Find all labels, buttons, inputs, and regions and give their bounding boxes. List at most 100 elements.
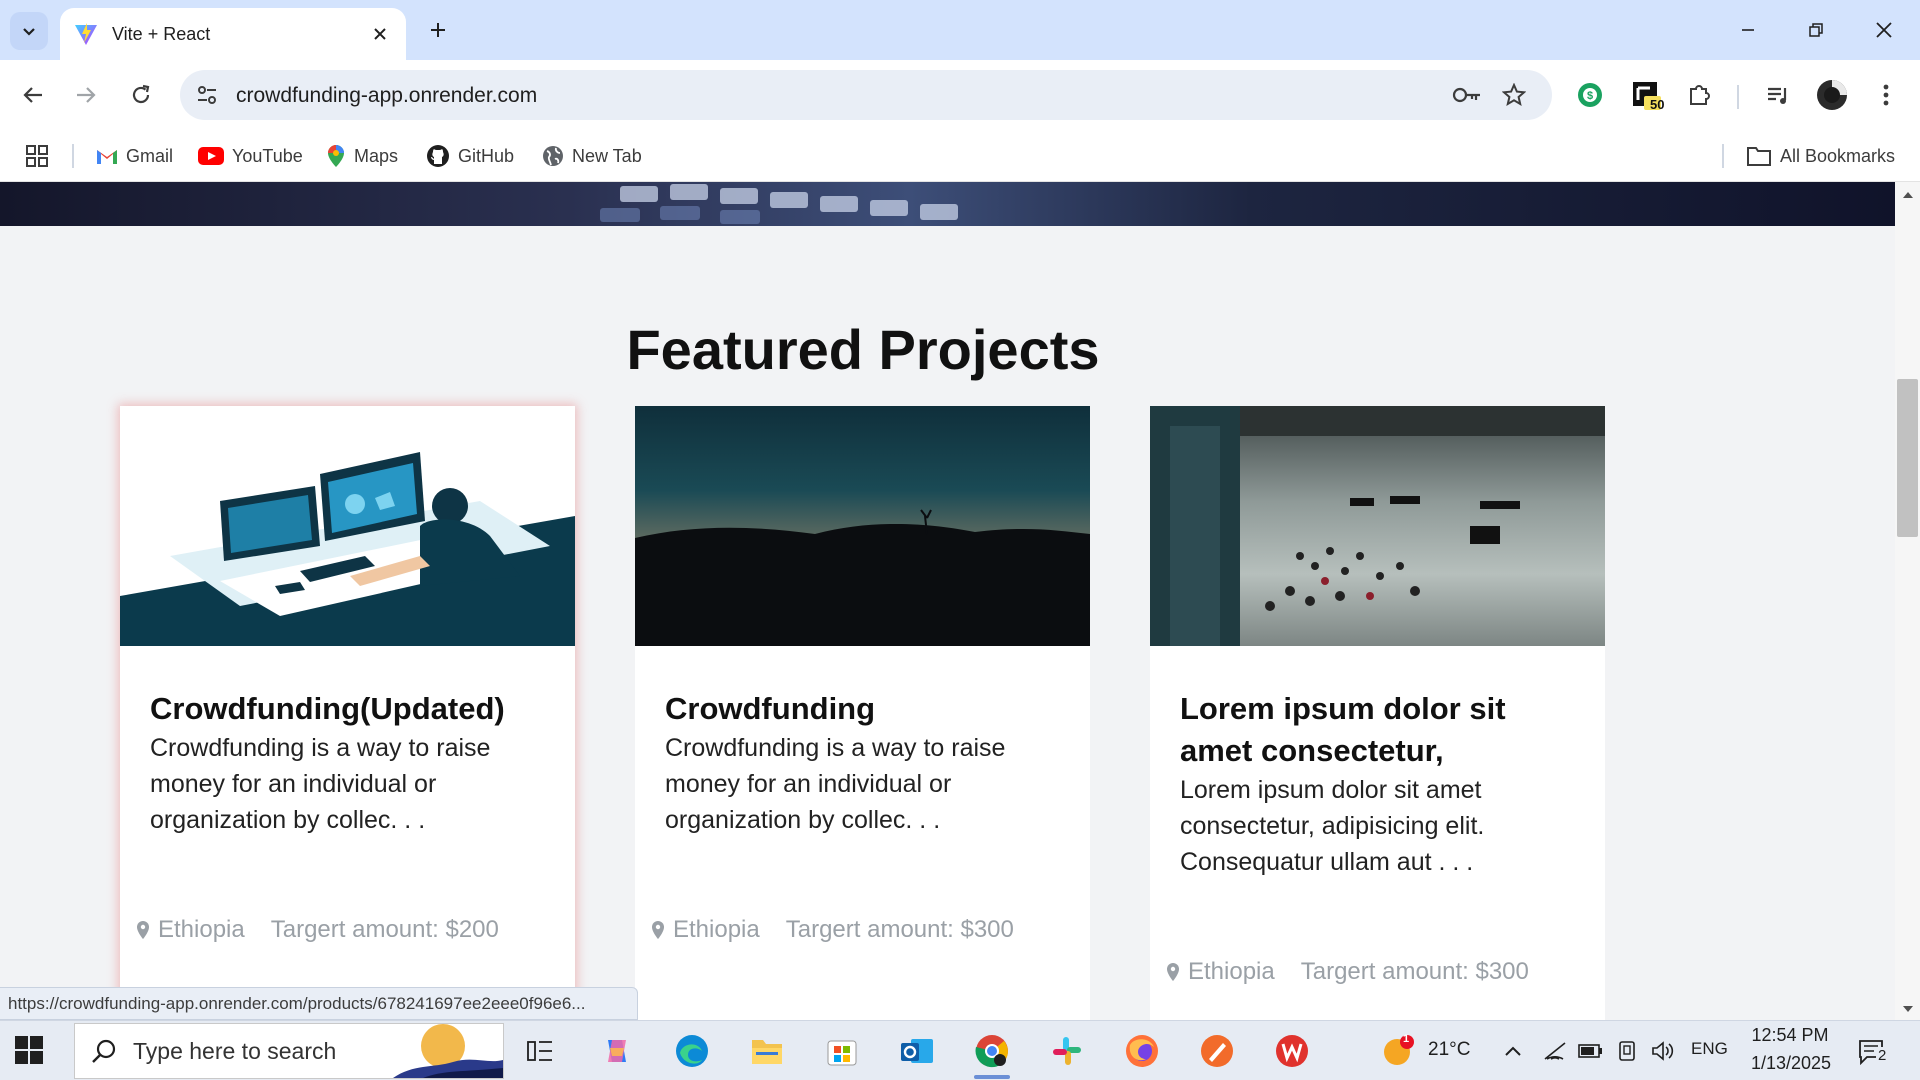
arrow-left-icon <box>23 87 42 103</box>
bookmark-new-tab[interactable]: New Tab <box>542 138 642 174</box>
bookmark-label: Gmail <box>126 145 174 166</box>
restore-button[interactable] <box>1792 10 1840 50</box>
extension-tracker-button[interactable]: 50 <box>1626 75 1666 115</box>
network-button[interactable] <box>1540 1029 1570 1073</box>
notification-count: 2 <box>1876 1047 1889 1064</box>
bookmark-github[interactable]: GitHub <box>426 138 514 174</box>
chrome-menu-button[interactable] <box>1866 75 1906 115</box>
volume-button[interactable] <box>1648 1029 1678 1073</box>
bookmark-label: YouTube <box>232 145 303 166</box>
edge-icon <box>676 1035 708 1067</box>
bookmark-label: New Tab <box>572 145 642 166</box>
project-target-amount: Targert amount: $300 <box>1300 958 1529 985</box>
input-language[interactable]: ENG <box>1691 1039 1728 1059</box>
firefox-button[interactable] <box>1120 1029 1164 1073</box>
location-pin-icon <box>136 920 150 940</box>
svg-text:$: $ <box>1587 90 1593 102</box>
profile-button[interactable] <box>1812 75 1852 115</box>
scrollbar-thumb[interactable] <box>1897 379 1918 537</box>
start-button[interactable] <box>14 1035 48 1069</box>
new-tab-button[interactable] <box>420 12 456 48</box>
youtube-icon <box>198 147 224 165</box>
device-button[interactable] <box>1612 1029 1642 1073</box>
web-page: Featured Projects Crowdfunding(Updated) … <box>0 182 1895 1020</box>
close-window-button[interactable] <box>1860 10 1908 50</box>
project-card[interactable]: Crowdfunding(Updated) Crowdfunding is a … <box>120 406 575 1020</box>
toolbar-divider <box>1737 85 1739 109</box>
edge-button[interactable] <box>670 1029 714 1073</box>
bookmark-youtube[interactable]: YouTube <box>198 138 303 174</box>
search-icon <box>91 1038 117 1064</box>
project-location: Ethiopia <box>1188 958 1275 985</box>
slack-icon <box>1053 1037 1081 1065</box>
project-title[interactable]: Lorem ipsum dolor sit amet consectetur, <box>1180 688 1580 772</box>
store-button[interactable] <box>820 1029 864 1073</box>
site-settings-icon[interactable] <box>196 84 218 111</box>
show-hidden-icons-button[interactable] <box>1498 1029 1528 1073</box>
github-icon <box>426 144 450 168</box>
project-title[interactable]: Crowdfunding <box>665 688 1065 730</box>
search-placeholder: Type here to search <box>133 1037 337 1064</box>
task-view-button[interactable] <box>518 1029 562 1073</box>
sketch-app-button[interactable] <box>1195 1029 1239 1073</box>
page-scrollbar[interactable] <box>1895 182 1920 1020</box>
scroll-down-arrow-icon[interactable] <box>1899 1000 1917 1018</box>
project-image <box>120 406 575 646</box>
file-explorer-button[interactable] <box>745 1029 789 1073</box>
bookmark-star-icon[interactable] <box>1501 82 1527 112</box>
back-button[interactable] <box>13 75 53 115</box>
close-tab-icon[interactable] <box>368 22 392 46</box>
maps-pin-icon <box>326 144 346 168</box>
close-icon <box>1876 22 1892 38</box>
reading-list-button[interactable] <box>1758 75 1798 115</box>
pen-app-icon <box>1201 1035 1233 1067</box>
restore-icon <box>1809 23 1823 37</box>
speaker-icon <box>1652 1041 1674 1061</box>
project-meta: Ethiopia Targert amount: $300 <box>1166 958 1529 986</box>
project-image <box>635 406 1090 646</box>
extensions-button[interactable] <box>1680 75 1720 115</box>
chevron-down-icon <box>23 28 35 36</box>
extension-badge: 50 <box>1650 97 1665 112</box>
bookmark-maps[interactable]: Maps <box>326 138 398 174</box>
firefox-icon <box>1126 1035 1158 1067</box>
extension-money-button[interactable]: $ <box>1570 75 1610 115</box>
notifications-button[interactable]: 2 <box>1850 1029 1894 1073</box>
all-bookmarks-button[interactable]: All Bookmarks <box>1746 138 1895 174</box>
apps-button[interactable] <box>26 138 48 174</box>
outlook-button[interactable] <box>895 1029 939 1073</box>
scroll-up-arrow-icon[interactable] <box>1899 186 1917 204</box>
plus-icon <box>431 23 445 37</box>
forward-button[interactable] <box>66 75 106 115</box>
tab-search-button[interactable] <box>10 12 48 50</box>
weather-button[interactable]: 1 <box>1376 1029 1420 1073</box>
project-title[interactable]: Crowdfunding(Updated) <box>150 688 550 730</box>
slack-button[interactable] <box>1045 1029 1089 1073</box>
clock-date[interactable]: 1/13/2025 <box>1746 1053 1836 1074</box>
hero-banner-image <box>0 182 1895 226</box>
project-card[interactable]: Crowdfunding Crowdfunding is a way to ra… <box>635 406 1090 1020</box>
bookmark-gmail[interactable]: Gmail <box>96 138 173 174</box>
url-text[interactable]: crowdfunding-app.onrender.com <box>236 84 537 108</box>
bookmarks-divider <box>1722 144 1724 168</box>
reload-button[interactable] <box>121 75 161 115</box>
chrome-taskbar-button[interactable] <box>970 1029 1014 1079</box>
password-key-icon[interactable] <box>1452 83 1482 112</box>
project-card[interactable]: Lorem ipsum dolor sit amet consectetur, … <box>1150 406 1605 1020</box>
bookmark-label: Maps <box>354 145 399 166</box>
chevron-up-icon <box>1505 1046 1521 1056</box>
globe-icon <box>542 145 564 167</box>
money-extension-icon: $ <box>1578 83 1602 107</box>
wps-office-button[interactable] <box>1270 1029 1314 1073</box>
outlook-icon <box>901 1039 933 1063</box>
taskbar-search-input[interactable]: Type here to search <box>74 1023 504 1079</box>
minimize-button[interactable] <box>1724 10 1772 50</box>
address-bar[interactable]: crowdfunding-app.onrender.com <box>180 70 1552 120</box>
battery-button[interactable] <box>1576 1029 1606 1073</box>
clock-time[interactable]: 12:54 PM <box>1750 1025 1830 1046</box>
copilot-button[interactable] <box>595 1029 639 1073</box>
browser-tab[interactable]: Vite + React <box>60 8 406 60</box>
reload-icon <box>132 84 150 104</box>
weather-temperature[interactable]: 21°C <box>1428 1039 1470 1061</box>
copilot-icon <box>608 1040 626 1062</box>
